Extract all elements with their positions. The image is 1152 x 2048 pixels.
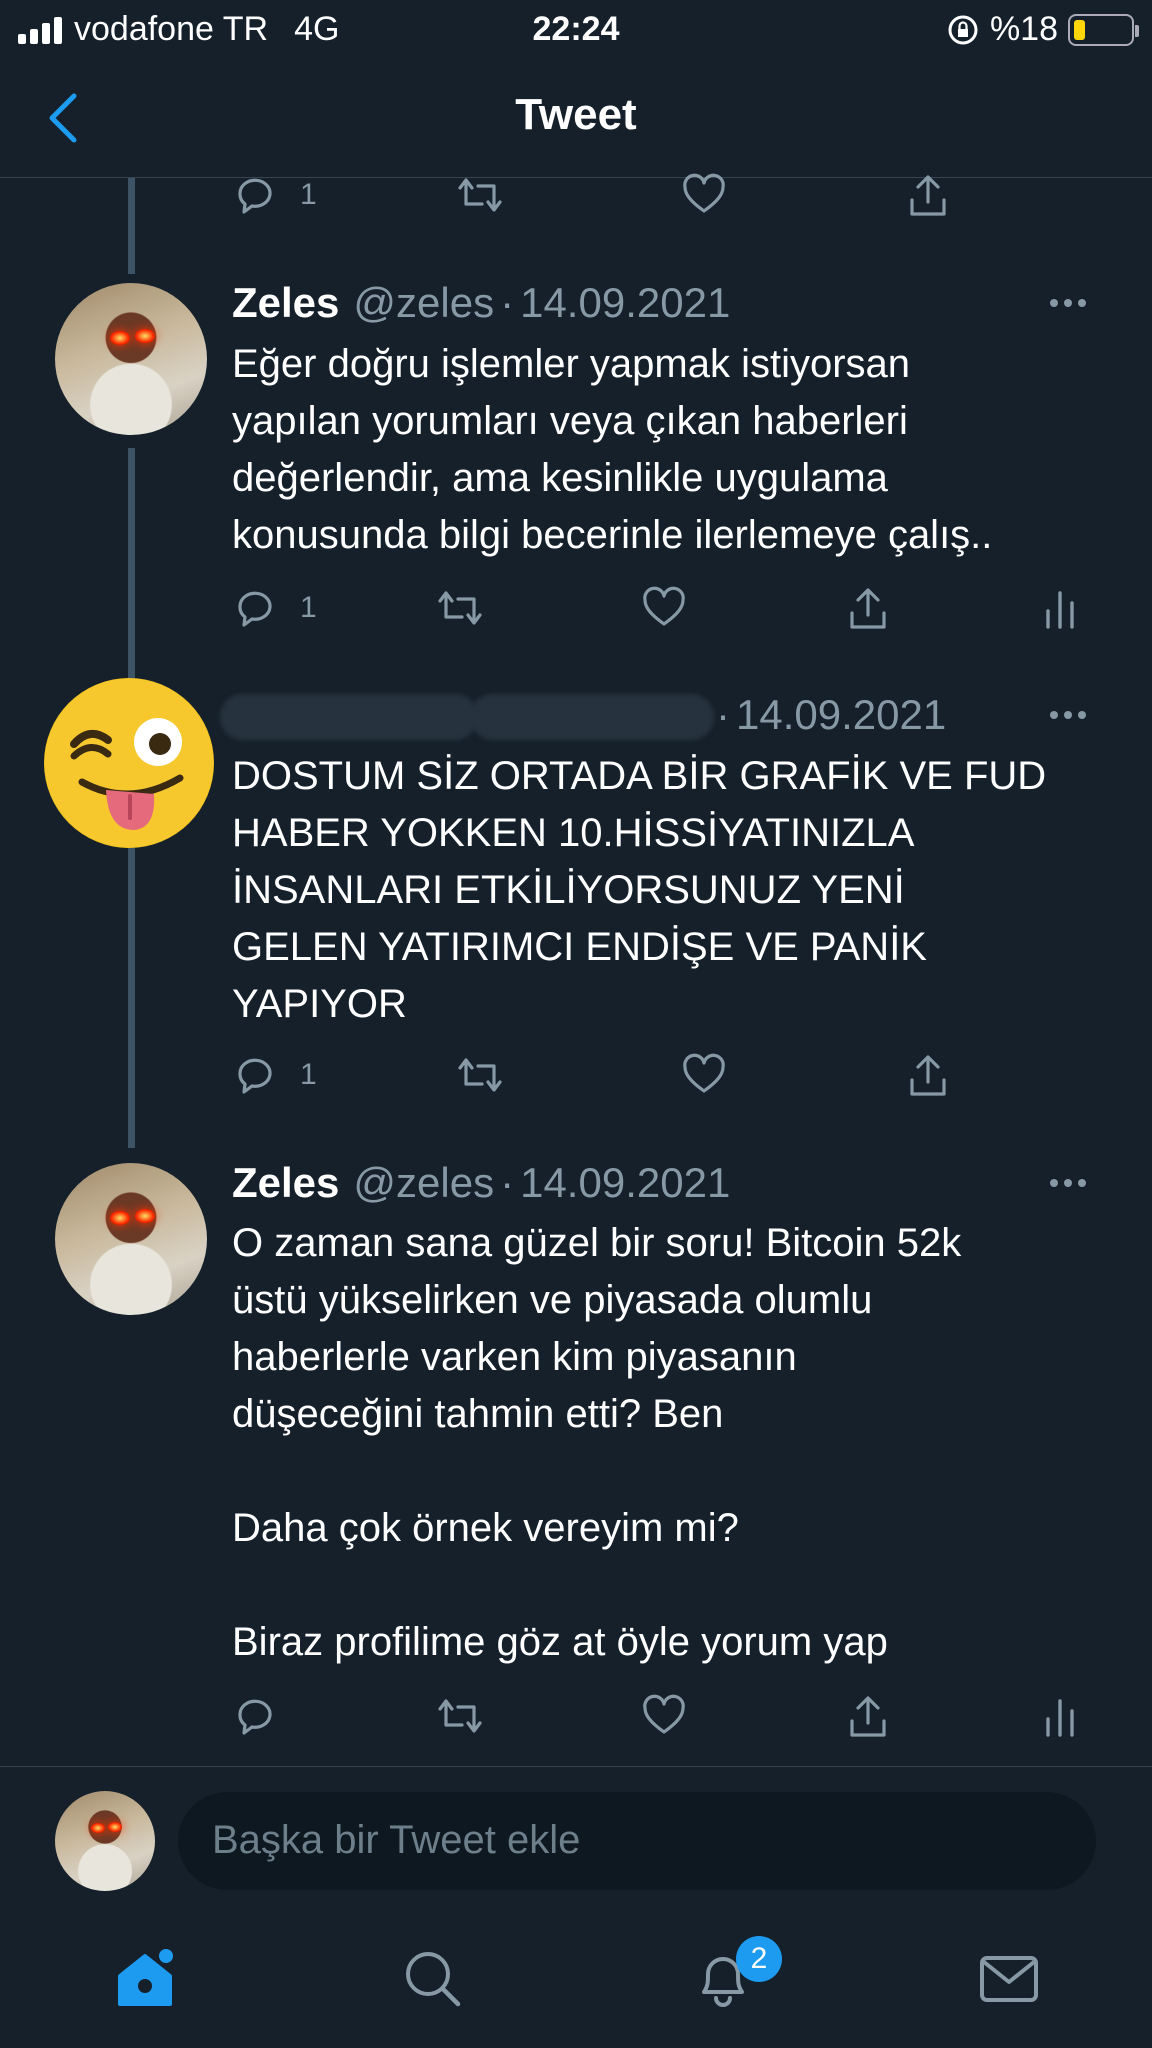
- retweet-icon: [438, 1699, 482, 1733]
- tweet-separator: ·: [716, 691, 730, 738]
- analytics-button[interactable]: [1040, 1693, 1080, 1739]
- retweet-button[interactable]: [432, 1693, 488, 1739]
- retweet-button[interactable]: [452, 1052, 508, 1098]
- rotation-lock-icon: [948, 15, 978, 44]
- tweet-actions: [232, 1693, 1092, 1753]
- avatar[interactable]: [55, 1163, 207, 1315]
- more-icon[interactable]: [1050, 299, 1086, 307]
- share-button[interactable]: [844, 585, 892, 633]
- thread-line: [128, 178, 135, 274]
- tweet-header: · 14.09.2021: [716, 691, 946, 739]
- mail-icon: [980, 1956, 1038, 2002]
- redacted-handle: [470, 694, 714, 740]
- retweet-button[interactable]: [452, 172, 508, 218]
- reply-icon: [238, 591, 272, 627]
- analytics-button[interactable]: [1040, 585, 1080, 631]
- winking-face-icon: [45, 679, 213, 847]
- reply-count: 1: [300, 591, 317, 624]
- tweet-text: DOSTUM SİZ ORTADA BİR GRAFİK VE FUD HABE…: [232, 754, 1047, 1026]
- thread-line: [128, 448, 135, 680]
- reply-input[interactable]: Başka bir Tweet ekle: [178, 1792, 1096, 1890]
- heart-icon: [643, 586, 685, 626]
- like-button[interactable]: [640, 585, 688, 631]
- tab-home[interactable]: [112, 1946, 178, 2017]
- tweet-date: 14.09.2021: [520, 1159, 731, 1206]
- tab-bar: [0, 1906, 1152, 2048]
- thread-line: [128, 846, 135, 1148]
- search-icon: [406, 1952, 461, 2007]
- share-button[interactable]: [904, 1052, 952, 1100]
- heart-icon: [683, 173, 725, 213]
- reply-button[interactable]: 1: [232, 1052, 317, 1098]
- share-icon: [850, 1696, 886, 1737]
- tweet-actions: 1: [232, 585, 1092, 645]
- reply-placeholder: Başka bir Tweet ekle: [212, 1818, 581, 1862]
- tab-messages[interactable]: [976, 1946, 1042, 2017]
- retweet-icon: [458, 1058, 502, 1092]
- reply-button[interactable]: [232, 1693, 278, 1739]
- redacted-name: [220, 694, 478, 740]
- home-icon: [118, 1949, 173, 2006]
- tweet-separator: ·: [500, 1159, 515, 1206]
- tweet-separator: ·: [500, 279, 515, 326]
- analytics-icon: [1046, 591, 1074, 629]
- retweet-icon: [458, 178, 502, 212]
- tweet-author-handle[interactable]: @zeles: [353, 1159, 494, 1207]
- like-button[interactable]: [640, 1693, 688, 1739]
- heart-icon: [683, 1053, 725, 1093]
- analytics-icon: [1046, 1699, 1074, 1737]
- share-button[interactable]: [904, 172, 952, 220]
- tweet-text: O zaman sana güzel bir soru! Bitcoin 52k…: [232, 1221, 962, 1664]
- reply-icon: [238, 178, 272, 214]
- tweet-date: 14.09.2021: [520, 279, 731, 326]
- tweet-actions: 1: [232, 1052, 1092, 1112]
- retweet-button[interactable]: [432, 585, 488, 631]
- more-icon[interactable]: [1050, 711, 1086, 719]
- tab-search[interactable]: [400, 1946, 466, 2017]
- battery-percent: %18: [989, 10, 1058, 48]
- tweet-author-handle[interactable]: @zeles: [353, 279, 494, 327]
- reply-icon: [238, 1699, 272, 1735]
- tweet-header: Zeles @zeles · 14.09.2021: [232, 1159, 730, 1207]
- retweet-icon: [438, 591, 482, 625]
- tweet-author-name[interactable]: Zeles: [232, 1159, 339, 1207]
- share-icon: [910, 1055, 946, 1096]
- share-button[interactable]: [844, 1693, 892, 1741]
- page-title: Tweet: [515, 90, 637, 139]
- reply-button[interactable]: 1: [232, 585, 317, 631]
- tweet-author-name[interactable]: Zeles: [232, 279, 339, 327]
- tweet-header: Zeles @zeles · 14.09.2021: [232, 279, 730, 327]
- notification-badge: 2: [736, 1936, 782, 1982]
- tweet-date: 14.09.2021: [736, 691, 947, 738]
- heart-icon: [643, 1694, 685, 1734]
- reply-count: 1: [300, 1058, 317, 1091]
- reply-button[interactable]: 1: [232, 172, 317, 218]
- more-icon[interactable]: [1050, 1179, 1086, 1187]
- like-button[interactable]: [680, 1052, 728, 1098]
- tweet-actions: 1: [232, 172, 1092, 232]
- avatar[interactable]: [44, 678, 214, 848]
- share-icon: [910, 175, 946, 216]
- battery-icon: [1068, 13, 1139, 46]
- status-bar: vodafone TR 4G 22:24 %18: [0, 0, 1152, 62]
- user-avatar[interactable]: [55, 1791, 155, 1891]
- tweet-text: Eğer doğru işlemler yapmak istiyorsan ya…: [232, 342, 993, 557]
- avatar[interactable]: [55, 283, 207, 435]
- like-button[interactable]: [680, 172, 728, 218]
- share-icon: [850, 588, 886, 629]
- reply-bar: Başka bir Tweet ekle: [0, 1766, 1152, 1906]
- reply-icon: [238, 1058, 272, 1094]
- status-right: %18: [946, 10, 1139, 49]
- reply-count: 1: [300, 178, 317, 211]
- nav-header: Tweet: [0, 62, 1152, 178]
